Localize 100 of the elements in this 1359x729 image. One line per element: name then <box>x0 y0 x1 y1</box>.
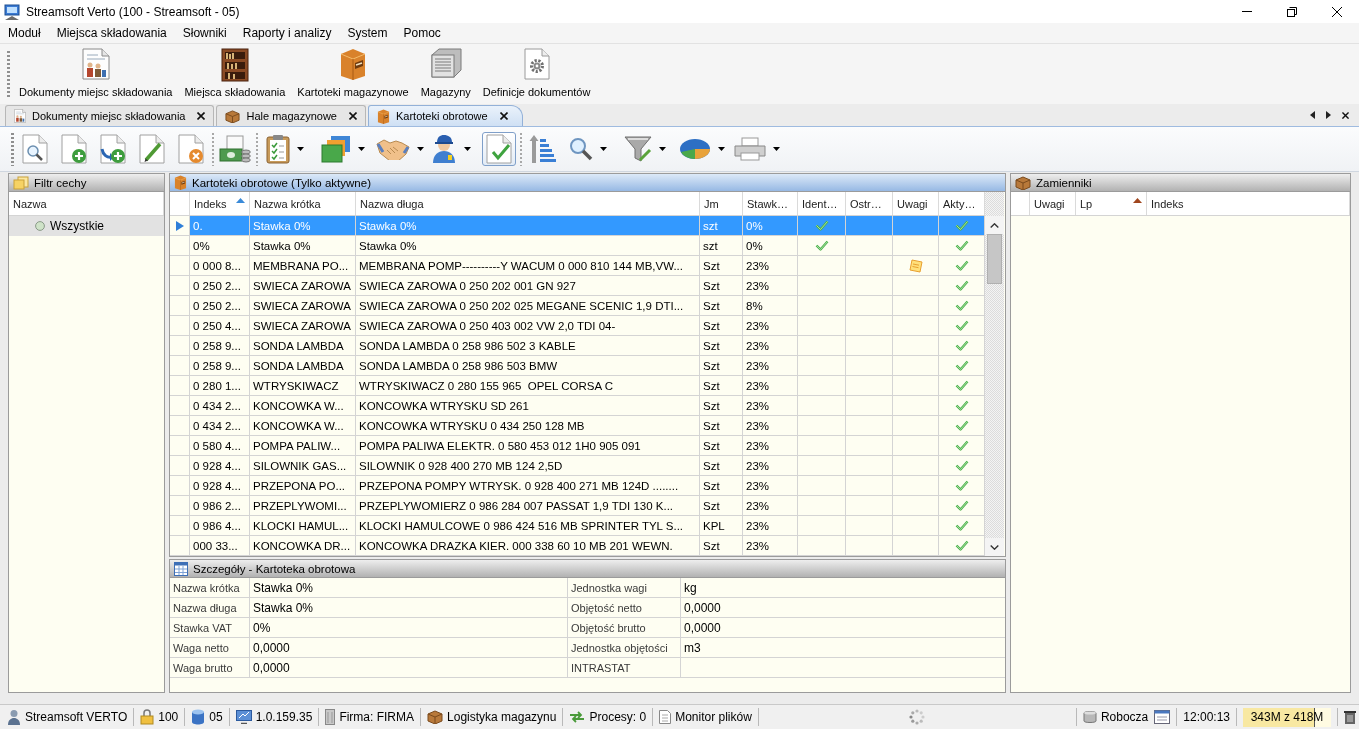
check-icon <box>954 220 969 231</box>
table-row[interactable]: 0 928 4... SILOWNIK GAS... SILOWNIK 0 928 400 270 MB 124 2,5D Szt 23% <box>170 456 985 476</box>
column-header[interactable]: Jm <box>700 192 743 215</box>
scroll-up-icon[interactable] <box>990 222 999 228</box>
table-row[interactable]: 0 986 4... KLOCKI HAMUL... KLOCKI HAMULCOWE 0 986 424 516 MB SPRINTER TYL S... KPL 23% <box>170 516 985 536</box>
toolbar-grip[interactable] <box>7 50 10 98</box>
column-header[interactable]: Ostr… <box>846 192 893 215</box>
table-row[interactable]: 0 280 1... WTRYSKIWACZ WTRYSKIWACZ 0 280 155 965 OPEL CORSA C Szt 23% <box>170 376 985 396</box>
table-row[interactable]: 0 258 9... SONDA LAMBDA SONDA LAMBDA 0 258 986 503 BMW Szt 23% <box>170 356 985 376</box>
filing-cabinet-icon <box>339 48 367 80</box>
app-icon <box>4 3 20 20</box>
column-header[interactable]: Lp <box>1076 192 1147 215</box>
field-label: Stawka VAT <box>170 618 250 637</box>
close-icon[interactable] <box>1342 111 1349 119</box>
tree-item[interactable]: Wszystkie <box>9 216 164 236</box>
check-icon <box>954 540 969 551</box>
scroll-right-icon[interactable] <box>1326 111 1331 119</box>
sort-icon <box>529 134 557 164</box>
stacked-sheets-icon <box>321 135 351 163</box>
check-icon <box>954 400 969 411</box>
table-icon <box>174 561 188 576</box>
column-header[interactable]: Stawk… <box>743 192 798 215</box>
scroll-down-icon[interactable] <box>990 544 999 550</box>
file-monitor-label: Monitor plików <box>675 710 752 724</box>
tab-close-button[interactable] <box>499 112 508 120</box>
column-header[interactable]: Nazwa krótka <box>250 192 356 215</box>
menu-item[interactable]: Słowniki <box>174 23 235 43</box>
field-label: Objętość netto <box>568 598 681 617</box>
column-header[interactable]: Indeks <box>1147 192 1350 215</box>
panel-title: Zamienniki <box>1036 176 1092 189</box>
bookcase-icon <box>220 48 249 82</box>
column-header[interactable]: Ident… <box>798 192 846 215</box>
caret-icon <box>659 147 666 151</box>
launcher-button[interactable]: Magazyny <box>417 44 474 104</box>
tab[interactable]: Dokumenty miejsc składowania <box>5 105 215 126</box>
check-icon <box>954 280 969 291</box>
arrows-icon <box>569 711 586 723</box>
field-label: Jednostka objętości <box>568 638 681 657</box>
column-header[interactable]: Uwagi <box>893 192 939 215</box>
field-value: Stawka 0% <box>250 598 568 617</box>
trash-icon <box>1344 710 1356 724</box>
table-row[interactable]: 0 986 2... PRZEPLYWOMI... PRZEPLYWOMIERZ 0 986 284 007 PASSAT 1,9 TDI 130 K... Szt 23% <box>170 496 985 516</box>
toolbar-grip[interactable] <box>11 132 14 166</box>
field-label: INTRASTAT <box>568 658 681 677</box>
field-value: Stawka 0% <box>250 578 568 597</box>
scroll-left-icon[interactable] <box>1310 111 1315 119</box>
tab-close-button[interactable] <box>348 112 357 120</box>
menu-item[interactable]: Miejsca składowania <box>48 23 175 43</box>
table-row[interactable]: 0 434 2... KONCOWKA W... KONCOWKA WTRYSKU SD 261 Szt 23% <box>170 396 985 416</box>
table-row[interactable]: 0 258 9... SONDA LAMBDA SONDA LAMBDA 0 258 986 502 3 KABLE Szt 23% <box>170 336 985 356</box>
tab-close-button[interactable] <box>197 112 206 120</box>
table-row[interactable]: 0 000 8... MEMBRANA PO... MEMBRANA POMP----------Y WACUM 0 000 810 144 MB,VW... Szt 23% <box>170 256 985 276</box>
box-icon <box>225 109 241 123</box>
caret-icon <box>600 147 607 151</box>
module-name: Logistyka magazynu <box>447 710 557 724</box>
process-count: Procesy: 0 <box>589 710 647 724</box>
table-row[interactable]: 0 434 2... KONCOWKA W... KONCOWKA WTRYSKU 0 434 250 128 MB Szt 23% <box>170 416 985 436</box>
table-cell: KONCOWKA DRAZKA KIER. 000 338 60 10 MB 201 WEWN. <box>356 536 700 556</box>
company-code: 05 <box>209 710 223 724</box>
table-row[interactable]: 0 580 4... POMPA PALIW... POMPA PALIWA ELEKTR. 0 580 453 012 1H0 905 091 Szt 23% <box>170 436 985 456</box>
column-header[interactable]: Nazwa długa <box>356 192 700 215</box>
document-check-icon <box>486 134 512 164</box>
launcher-button[interactable]: Definicje dokumentów <box>479 44 594 104</box>
scrollbar-thumb[interactable] <box>987 234 1002 284</box>
column-header[interactable]: Indeks <box>190 192 250 215</box>
menu-item[interactable]: System <box>339 23 396 43</box>
check-icon <box>954 260 969 271</box>
document-gear-icon <box>523 48 550 80</box>
table-row[interactable]: 0 928 4... PRZEPONA PO... PRZEPONA POMPY WTRYSK. 0 928 400 271 MB 124D ........ Szt 23% <box>170 476 985 496</box>
column-header[interactable]: Nazwa <box>9 192 164 215</box>
launcher-button[interactable]: Miejsca składowania <box>181 44 289 104</box>
menu-item[interactable]: Raporty i analizy <box>234 23 340 43</box>
menu-item[interactable]: Moduł <box>0 23 49 43</box>
sort-arrow-icon <box>236 198 245 203</box>
version-number: 1.0.159.35 <box>255 710 313 724</box>
table-row[interactable]: 0 250 4... SWIECA ZAROWA SWIECA ZAROWA 0 250 403 002 VW 2,0 TDI 04- Szt 23% <box>170 316 985 336</box>
launcher-button[interactable]: Kartoteki magazynowe <box>294 44 412 104</box>
field-label: Nazwa krótka <box>170 578 250 597</box>
field-value: 0% <box>250 618 568 637</box>
scrollbar[interactable] <box>985 216 1004 556</box>
field-value: 0,0000 <box>250 638 568 657</box>
tab[interactable]: Hale magazynowe <box>216 105 366 126</box>
launcher-button[interactable]: Dokumenty miejsc składowania <box>16 44 176 104</box>
report-document-icon <box>81 48 110 80</box>
menu-item[interactable]: Pomoc <box>395 23 449 43</box>
money-icon <box>219 135 251 163</box>
toolbar-button[interactable] <box>218 132 252 166</box>
table-row[interactable]: 0 250 2... SWIECA ZAROWA SWIECA ZAROWA 0 250 202 025 MEGANE SCENIC 1,9 DTI... Szt 8% <box>170 296 985 316</box>
check-icon <box>954 380 969 391</box>
window-icon <box>1154 710 1171 724</box>
table-row[interactable]: 000 33... KONCOWKA DR... KONCOWKA DRAZKA KIER. 000 338 60 10 MB 201 WEWN. Szt 23% <box>170 536 985 556</box>
column-header[interactable]: Uwagi <box>1030 192 1076 215</box>
check-icon <box>954 420 969 431</box>
document-icon <box>14 109 26 123</box>
table-row[interactable]: 0% Stawka 0% Stawka 0% szt 0% <box>170 236 985 256</box>
tab[interactable]: Kartoteki obrotowe <box>367 105 523 126</box>
caret-icon <box>297 147 304 151</box>
box-icon <box>427 710 444 724</box>
trash-button[interactable] <box>1344 710 1356 724</box>
table-row[interactable]: 0 250 2... SWIECA ZAROWA SWIECA ZAROWA 0 250 202 001 GN 927 Szt 23% <box>170 276 985 296</box>
